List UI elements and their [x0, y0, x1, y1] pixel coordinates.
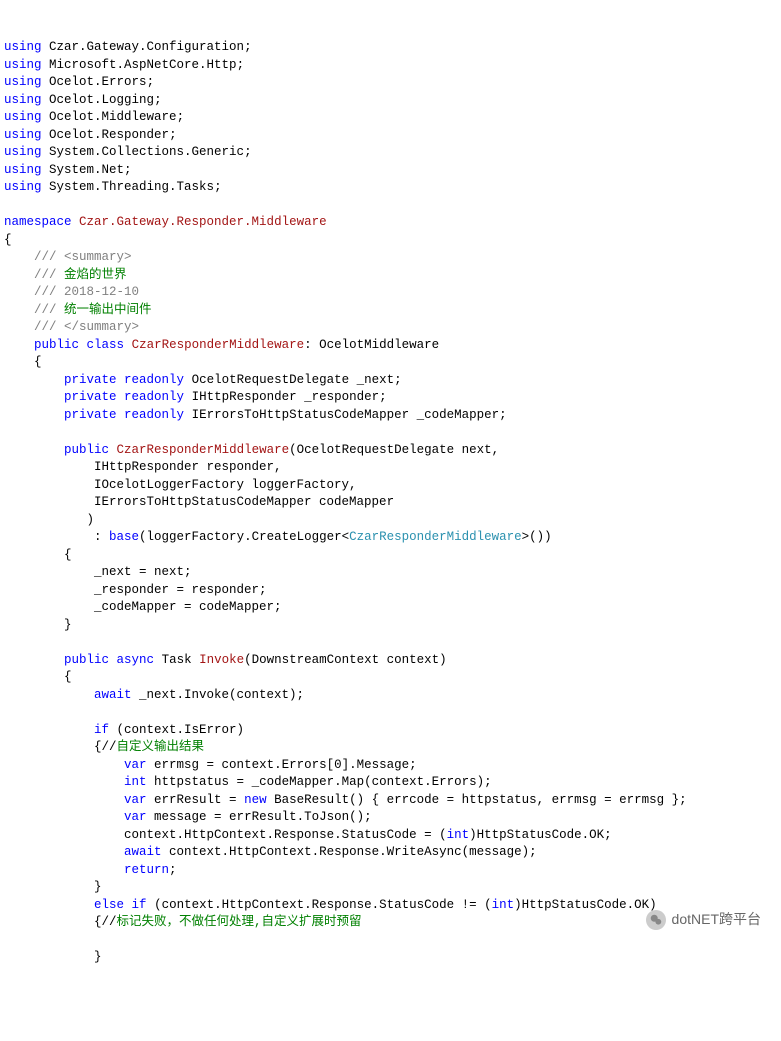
kw-using: using — [4, 40, 42, 54]
kw-namespace: namespace — [4, 215, 72, 229]
base-class: OcelotMiddleware — [319, 338, 439, 352]
method-invoke: Invoke — [199, 653, 244, 667]
class-name: CzarResponderMiddleware — [132, 338, 305, 352]
namespace-name: Czar.Gateway.Responder.Middleware — [79, 215, 327, 229]
summary-close: /// </summary> — [34, 320, 139, 334]
ctor-name: CzarResponderMiddleware — [117, 443, 290, 457]
summary-open: /// <summary> — [34, 250, 132, 264]
code-block: using Czar.Gateway.Configuration; using … — [4, 39, 777, 967]
wechat-icon — [646, 910, 666, 930]
watermark-text: dotNET跨平台 — [672, 910, 761, 930]
watermark: dotNET跨平台 — [646, 910, 761, 930]
